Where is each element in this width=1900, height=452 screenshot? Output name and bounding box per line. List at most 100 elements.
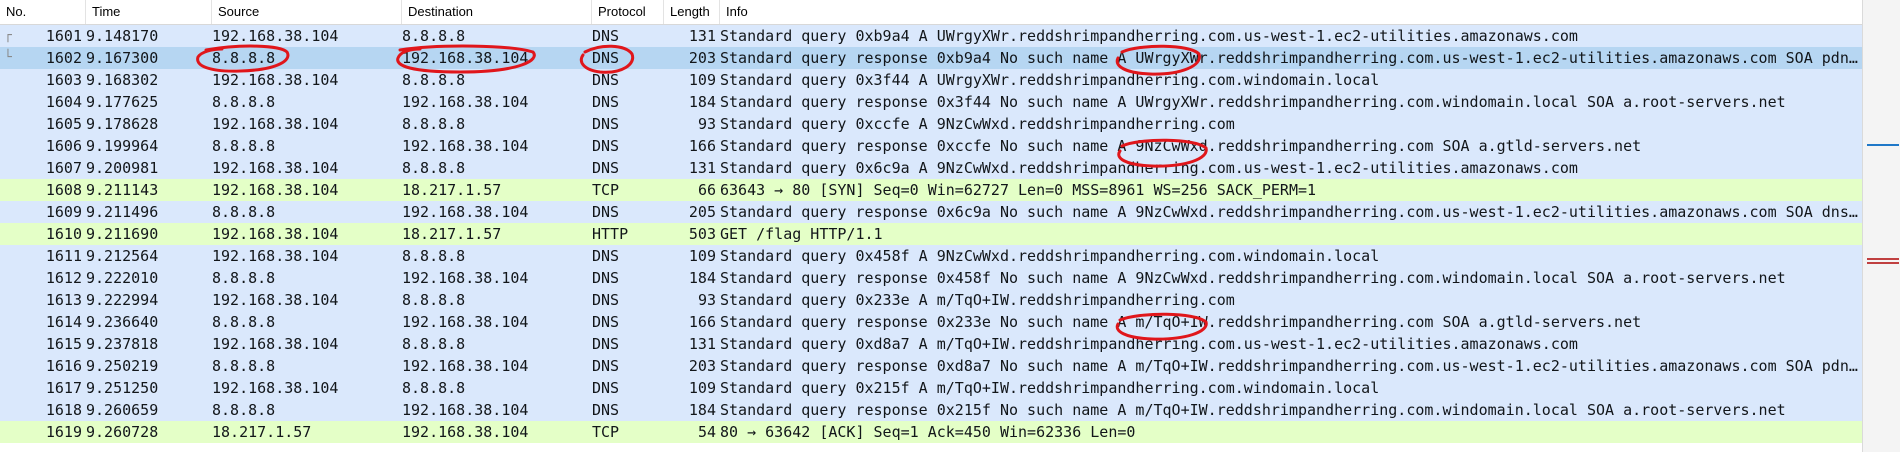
packet-destination: 8.8.8.8 [402, 291, 466, 309]
packet-info: 63643 → 80 [SYN] Seq=0 Win=62727 Len=0 M… [720, 181, 1317, 199]
packet-source: 8.8.8.8 [212, 93, 276, 111]
packet-number: 1613 [45, 291, 82, 309]
packet-protocol: TCP [592, 181, 620, 199]
minimap-marker [1867, 258, 1899, 260]
packet-destination: 192.168.38.104 [402, 357, 529, 375]
packet-destination: 192.168.38.104 [402, 49, 529, 67]
packet-protocol: DNS [592, 291, 620, 309]
packet-time: 9.211496 [86, 203, 159, 221]
packet-info: Standard query 0xb9a4 A UWrgyXWr.reddshr… [720, 27, 1578, 45]
packet-source: 192.168.38.104 [212, 159, 339, 177]
packet-row[interactable]: 1619 9.260728 18.217.1.57 192.168.38.104 TCP… [0, 421, 1862, 443]
packet-protocol: DNS [592, 27, 620, 45]
packet-row[interactable]: 1613 9.222994 192.168.38.104 8.8.8.8 DNS 93 St… [0, 289, 1862, 311]
packet-info: 80 → 63642 [ACK] Seq=1 Ack=450 Win=62336… [720, 423, 1136, 441]
packet-destination: 8.8.8.8 [402, 159, 466, 177]
packet-length: 205 [688, 203, 716, 221]
packet-source: 18.217.1.57 [212, 423, 312, 441]
packet-row[interactable]: 1617 9.251250 192.168.38.104 8.8.8.8 DNS 109 S… [0, 377, 1862, 399]
packet-length: 184 [688, 269, 716, 287]
packet-info: Standard query response 0xb9a4 No such n… [720, 49, 1862, 67]
packet-number: 1610 [45, 225, 82, 243]
packet-source: 192.168.38.104 [212, 291, 339, 309]
packet-number: 1606 [45, 137, 82, 155]
column-header-length[interactable]: Length [664, 0, 720, 24]
packet-length: 109 [688, 71, 716, 89]
packet-source: 8.8.8.8 [212, 269, 276, 287]
packet-row[interactable]: 1612 9.222010 8.8.8.8 192.168.38.104 DNS 184 S… [0, 267, 1862, 289]
packet-length: 109 [688, 379, 716, 397]
packet-info: Standard query 0xd8a7 A m/TqO+IW.reddshr… [720, 335, 1578, 353]
packet-length: 131 [688, 27, 716, 45]
packet-number: 1611 [45, 247, 82, 265]
related-packet-response-icon: └ [4, 50, 12, 65]
packet-number: 1603 [45, 71, 82, 89]
packet-info: Standard query response 0x6c9a No such n… [720, 203, 1862, 221]
packet-info: Standard query 0x215f A m/TqO+IW.reddshr… [720, 379, 1380, 397]
packet-protocol: DNS [592, 71, 620, 89]
packet-time: 9.222994 [86, 291, 159, 309]
packet-protocol: DNS [592, 379, 620, 397]
packet-protocol: DNS [592, 401, 620, 419]
packet-protocol: DNS [592, 247, 620, 265]
packet-number: 1607 [45, 159, 82, 177]
packet-row[interactable]: 1615 9.237818 192.168.38.104 8.8.8.8 DNS 131 S… [0, 333, 1862, 355]
packet-row[interactable]: 1611 9.212564 192.168.38.104 8.8.8.8 DNS 109 S… [0, 245, 1862, 267]
packet-time: 9.199964 [86, 137, 159, 155]
packet-time: 9.260659 [86, 401, 159, 419]
packet-length: 203 [688, 49, 716, 67]
packet-info: Standard query response 0x233e No such n… [720, 313, 1642, 331]
packet-row[interactable]: 1610 9.211690 192.168.38.104 18.217.1.57 HTT… [0, 223, 1862, 245]
minimap-selection-marker [1867, 144, 1899, 146]
column-header-destination[interactable]: Destination [402, 0, 592, 24]
packet-destination: 8.8.8.8 [402, 27, 466, 45]
packet-source: 192.168.38.104 [212, 115, 339, 133]
column-header-bar: No. Time Source Destination Protocol Len… [0, 0, 1862, 25]
packet-row[interactable]: 1616 9.250219 8.8.8.8 192.168.38.104 DNS 203 S… [0, 355, 1862, 377]
packet-time: 9.211143 [86, 181, 159, 199]
packet-row[interactable]: 1605 9.178628 192.168.38.104 8.8.8.8 DNS 93 St… [0, 113, 1862, 135]
packet-destination: 192.168.38.104 [402, 313, 529, 331]
column-header-protocol[interactable]: Protocol [592, 0, 664, 24]
packet-number: 1614 [45, 313, 82, 331]
packet-destination: 192.168.38.104 [402, 203, 529, 221]
packet-row[interactable]: 1618 9.260659 8.8.8.8 192.168.38.104 DNS 184 S… [0, 399, 1862, 421]
packet-destination: 192.168.38.104 [402, 423, 529, 441]
packet-time: 9.260728 [86, 423, 159, 441]
column-header-time[interactable]: Time [86, 0, 212, 24]
packet-row[interactable]: 1603 9.168302 192.168.38.104 8.8.8.8 DNS 109 S… [0, 69, 1862, 91]
packet-number: 1604 [45, 93, 82, 111]
packet-length: 503 [688, 225, 716, 243]
column-header-no[interactable]: No. [0, 0, 86, 24]
packet-time: 9.212564 [86, 247, 159, 265]
packet-protocol: DNS [592, 49, 620, 67]
packet-destination: 8.8.8.8 [402, 115, 466, 133]
packet-destination: 192.168.38.104 [402, 401, 529, 419]
packet-protocol: TCP [592, 423, 620, 441]
packet-length: 131 [688, 159, 716, 177]
packet-row[interactable]: 1614 9.236640 8.8.8.8 192.168.38.104 DNS 166 S… [0, 311, 1862, 333]
packet-protocol: DNS [592, 203, 620, 221]
packet-length: 66 [697, 181, 716, 199]
column-header-info[interactable]: Info [720, 0, 1862, 24]
packet-time: 9.200981 [86, 159, 159, 177]
packet-destination: 8.8.8.8 [402, 247, 466, 265]
packet-row[interactable]: 1609 9.211496 8.8.8.8 192.168.38.104 DNS 205 S… [0, 201, 1862, 223]
packet-row[interactable]: 1608 9.211143 192.168.38.104 18.217.1.57 TCP… [0, 179, 1862, 201]
packet-destination: 8.8.8.8 [402, 71, 466, 89]
packet-length: 109 [688, 247, 716, 265]
packet-row[interactable]: 1604 9.177625 8.8.8.8 192.168.38.104 DNS 184 S… [0, 91, 1862, 113]
packet-info: Standard query response 0x3f44 No such n… [720, 93, 1786, 111]
packet-row[interactable]: 1607 9.200981 192.168.38.104 8.8.8.8 DNS 131 S… [0, 157, 1862, 179]
packet-number: 1609 [45, 203, 82, 221]
packet-row[interactable]: 1602 9.167300 8.8.8.8 192.168.38.104 DNS 203 S… [0, 47, 1862, 69]
packet-number: 1608 [45, 181, 82, 199]
packet-row[interactable]: 1606 9.199964 8.8.8.8 192.168.38.104 DNS 166 S… [0, 135, 1862, 157]
packet-source: 192.168.38.104 [212, 181, 339, 199]
packet-row[interactable]: 1601 9.148170 192.168.38.104 8.8.8.8 DNS 131 S… [0, 25, 1862, 47]
packet-source: 8.8.8.8 [212, 137, 276, 155]
column-header-source[interactable]: Source [212, 0, 402, 24]
packet-length: 166 [688, 313, 716, 331]
packet-minimap-scrollbar[interactable] [1862, 0, 1900, 452]
packet-source: 192.168.38.104 [212, 335, 339, 353]
